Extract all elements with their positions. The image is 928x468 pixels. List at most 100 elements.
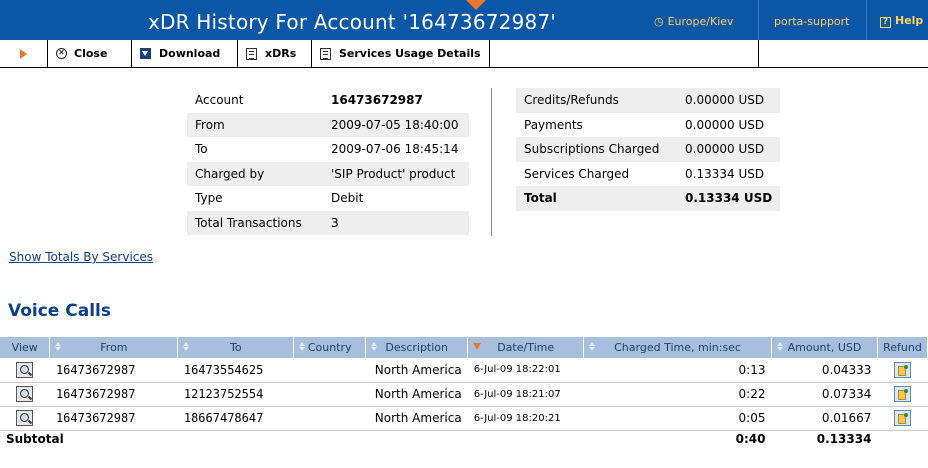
- to-cell: 16473554625: [177, 358, 294, 383]
- info-value: 'SIP Product' product: [323, 161, 469, 186]
- info-value: 2009-07-05 18:40:00: [323, 112, 469, 137]
- table-row: 16473672987 16473554625 North America 6-…: [0, 358, 928, 383]
- from-cell: 16473672987: [49, 358, 178, 383]
- subtotal-label: Subtotal: [0, 429, 584, 448]
- section-heading: Voice Calls: [8, 301, 111, 321]
- totals-label: Services Charged: [524, 166, 630, 181]
- subtotal-charged-time: 0:40: [583, 429, 772, 448]
- totals-row: Services Charged 0.13334 USD: [516, 162, 780, 187]
- info-label: Type: [195, 191, 223, 206]
- info-value: 16473672987: [331, 93, 423, 108]
- toolbar-expand-button[interactable]: [0, 40, 48, 67]
- info-row: Account 16473672987: [187, 88, 469, 113]
- totals-value: 0.00000 USD: [677, 137, 781, 162]
- info-row: Type Debit: [187, 186, 469, 211]
- sort-descending-icon: [473, 343, 482, 350]
- voice-calls-table: View From To Country Description Date/Ti…: [0, 337, 928, 448]
- sort-icon: [298, 342, 307, 352]
- xdrs-button[interactable]: xDRs: [238, 40, 312, 67]
- help-link[interactable]: ? Help: [880, 14, 923, 28]
- info-label: Account: [195, 93, 244, 108]
- view-details-icon[interactable]: [16, 410, 34, 426]
- timezone-link[interactable]: ◷ Europe/Kiev: [654, 15, 734, 28]
- timezone-label: Europe/Kiev: [667, 15, 734, 28]
- title-divider: [758, 0, 759, 40]
- close-button[interactable]: ✕ Close: [48, 40, 132, 67]
- play-icon: [20, 48, 27, 59]
- column-header-to[interactable]: To: [177, 337, 295, 358]
- amount-cell: 0.01667: [771, 406, 878, 431]
- table-header-row: View From To Country Description Date/Ti…: [0, 337, 928, 358]
- country-cell: [293, 382, 366, 407]
- info-value: 3: [323, 210, 469, 235]
- datetime-cell: 6-Jul-09 18:21:07: [467, 382, 584, 407]
- view-details-icon[interactable]: [16, 361, 34, 378]
- sort-icon: [182, 342, 191, 352]
- title-divider: [866, 0, 867, 40]
- subtotal-row: Subtotal 0:40 0.13334: [0, 429, 928, 448]
- title-bar: xDR History For Account '16473672987' ◷ E…: [0, 0, 928, 40]
- table-row: 16473672987 12123752554 North America 6-…: [0, 382, 928, 407]
- totals-label: Credits/Refunds: [516, 88, 677, 113]
- close-label: Close: [74, 47, 108, 60]
- toolbar: ✕ Close Download xDRs Services Usage Det…: [0, 40, 928, 68]
- description-cell: North America: [365, 358, 468, 383]
- document-icon: [320, 47, 331, 60]
- to-cell: 12123752554: [177, 382, 294, 407]
- totals-value: 0.00000 USD: [685, 117, 765, 132]
- column-header-charged-time[interactable]: Charged Time, min:sec: [583, 337, 772, 358]
- column-header-label: Charged Time, min:sec: [614, 341, 741, 354]
- refund-icon[interactable]: [893, 386, 911, 402]
- download-button[interactable]: Download: [132, 40, 238, 67]
- column-header-description[interactable]: Description: [365, 337, 469, 358]
- download-icon: [140, 48, 151, 59]
- country-cell: [293, 406, 366, 431]
- charged-time-cell: 0:05: [583, 406, 772, 431]
- services-usage-button[interactable]: Services Usage Details: [312, 40, 490, 67]
- from-cell: 16473672987: [49, 406, 178, 431]
- column-header-label: From: [100, 341, 128, 354]
- column-header-label: Description: [385, 341, 449, 354]
- show-totals-link[interactable]: Show Totals By Services: [9, 250, 153, 264]
- view-cell: [0, 358, 50, 383]
- sort-icon: [54, 342, 63, 352]
- description-cell: North America: [365, 406, 468, 431]
- help-label: Help: [895, 14, 924, 27]
- info-label: Total Transactions: [187, 210, 323, 235]
- column-header-country[interactable]: Country: [293, 337, 367, 358]
- to-cell: 18667478647: [177, 406, 294, 431]
- account-info-table: Account 16473672987 From 2009-07-05 18:4…: [187, 88, 469, 235]
- info-value: 2009-07-06 18:45:14: [331, 142, 459, 157]
- view-cell: [0, 382, 50, 407]
- sort-icon: [776, 342, 785, 352]
- clock-icon: ◷: [654, 15, 664, 28]
- info-value: Debit: [331, 191, 364, 206]
- refund-icon[interactable]: [893, 410, 911, 426]
- sort-icon: [588, 342, 597, 352]
- column-header-datetime[interactable]: Date/Time: [467, 337, 585, 358]
- help-icon: ?: [880, 17, 891, 28]
- datetime-cell: 6-Jul-09 18:20:21: [467, 406, 584, 431]
- description-cell: North America: [365, 382, 468, 407]
- view-details-icon[interactable]: [16, 386, 34, 402]
- info-label: From: [187, 112, 323, 137]
- column-header-label: Amount, USD: [787, 341, 862, 354]
- table-row: 16473672987 18667478647 North America 6-…: [0, 406, 928, 431]
- info-row: Charged by 'SIP Product' product: [187, 161, 469, 186]
- charged-time-cell: 0:22: [583, 382, 772, 407]
- from-cell: 16473672987: [49, 382, 178, 407]
- close-icon: ✕: [56, 48, 67, 59]
- refund-icon[interactable]: [893, 361, 911, 378]
- info-row: To 2009-07-06 18:45:14: [187, 137, 469, 162]
- totals-value: 0.13334 USD: [677, 186, 781, 211]
- info-label: Charged by: [187, 161, 323, 186]
- totals-value: 0.13334 USD: [685, 166, 765, 181]
- user-link[interactable]: porta-support: [774, 15, 850, 28]
- column-header-from[interactable]: From: [49, 337, 179, 358]
- column-header-amount[interactable]: Amount, USD: [771, 337, 878, 358]
- subtotal-empty-cell: [877, 429, 928, 448]
- info-label: To: [195, 142, 208, 157]
- sort-icon: [370, 342, 379, 352]
- totals-row: Credits/Refunds 0.00000 USD: [516, 88, 781, 113]
- charged-time-cell: 0:13: [583, 358, 772, 383]
